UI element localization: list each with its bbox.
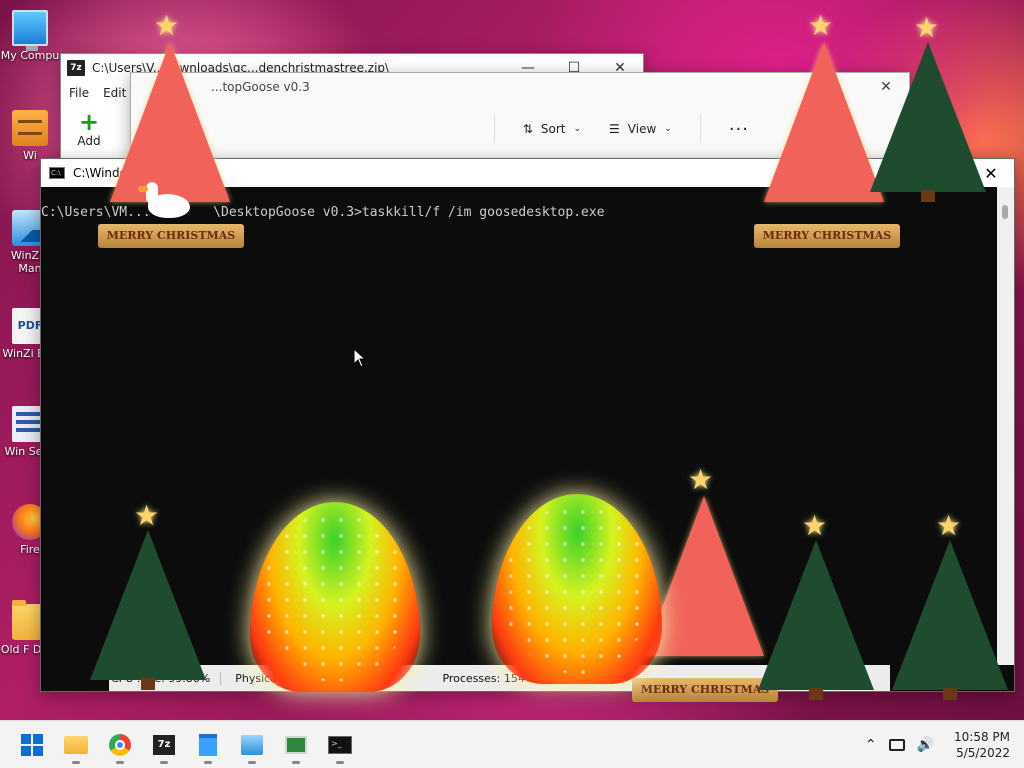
menu-edit[interactable]: Edit bbox=[103, 86, 126, 100]
volume-icon[interactable]: 🔊 bbox=[917, 737, 934, 753]
plus-icon: + bbox=[78, 108, 100, 136]
taskbar-file-explorer[interactable] bbox=[56, 725, 96, 765]
cmd-console[interactable]: C:\Users\VM... \DesktopGoose v0.3>taskki… bbox=[41, 187, 997, 665]
explorer-close-button[interactable]: ✕ bbox=[863, 79, 909, 95]
command-prompt-window[interactable]: C:\ C:\Windo...e ✕ C:\Users\VM... \Deskt… bbox=[40, 158, 1015, 692]
winzip-icon bbox=[12, 110, 48, 146]
taskbar-chrome[interactable] bbox=[100, 725, 140, 765]
taskbar-7zip[interactable]: 7z bbox=[144, 725, 184, 765]
folder-icon bbox=[64, 735, 88, 754]
taskbar-notepad[interactable] bbox=[188, 725, 228, 765]
cmd-scrollbar[interactable] bbox=[997, 187, 1014, 665]
desktop-icon-winzip[interactable]: Wi bbox=[0, 110, 60, 162]
cmd-close-button[interactable]: ✕ bbox=[968, 164, 1014, 183]
explorer-command-bar: ⇅ Sort ⌄ ☰ View ⌄ ··· bbox=[131, 101, 909, 143]
clock-time: 10:58 PM bbox=[954, 729, 1010, 744]
cmd-title-bar[interactable]: C:\ C:\Windo...e ✕ bbox=[41, 159, 1014, 187]
chevron-down-icon: ⌄ bbox=[573, 124, 582, 134]
task-manager-status-bar: CPU ...ge: 99.86% Physica... Processes: … bbox=[109, 665, 890, 691]
sort-label: Sort bbox=[540, 122, 566, 136]
show-hidden-icons-button[interactable]: ⌃ bbox=[865, 737, 877, 753]
process-count: Processes: 154 bbox=[442, 671, 525, 685]
windows-start-icon bbox=[21, 733, 43, 756]
taskbar-monitor[interactable] bbox=[276, 725, 316, 765]
taskbar-cmd[interactable]: >_ bbox=[320, 725, 360, 765]
start-button[interactable] bbox=[12, 725, 52, 765]
system-tray: ⌃ 🔊 10:58 PM 5/5/2022 bbox=[865, 729, 1024, 761]
view-label: View bbox=[627, 122, 657, 136]
taskbar-apps: 7z >_ bbox=[0, 725, 360, 765]
computer-icon bbox=[12, 10, 48, 51]
star-icon: ★ bbox=[154, 9, 180, 42]
cpu-usage: CPU ...ge: 99.86% bbox=[111, 671, 222, 685]
explorer-window[interactable]: ...topGoose v0.3 ✕ ⇅ Sort ⌄ ☰ View ⌄ ··· bbox=[130, 72, 910, 172]
clock-date: 5/5/2022 bbox=[956, 745, 1010, 760]
star-icon: ★ bbox=[914, 11, 940, 44]
physical-memory: Physica... bbox=[235, 671, 299, 685]
scrollbar-thumb[interactable] bbox=[1002, 205, 1008, 219]
7zip-icon: 7z bbox=[153, 734, 175, 755]
divider bbox=[699, 115, 701, 143]
add-button[interactable]: + Add bbox=[69, 110, 109, 148]
monitor-icon bbox=[285, 735, 307, 754]
clock[interactable]: 10:58 PM 5/5/2022 bbox=[954, 729, 1010, 761]
explorer-title: ...topGoose v0.3 bbox=[211, 80, 310, 94]
explorer-title-bar[interactable]: ...topGoose v0.3 ✕ bbox=[131, 73, 909, 101]
more-options-button[interactable]: ··· bbox=[729, 119, 749, 140]
photos-icon bbox=[241, 734, 263, 755]
network-icon[interactable] bbox=[888, 738, 905, 751]
notepad-icon bbox=[199, 733, 217, 756]
add-button-label: Add bbox=[77, 134, 101, 148]
7zip-icon: 7z bbox=[67, 60, 85, 76]
chrome-icon bbox=[109, 733, 131, 756]
cmd-line: C:\Users\VM... \DesktopGoose v0.3>taskki… bbox=[41, 205, 605, 220]
sort-button[interactable]: ⇅ Sort ⌄ bbox=[523, 122, 581, 136]
view-icon: ☰ bbox=[609, 122, 620, 136]
chevron-down-icon: ⌄ bbox=[664, 124, 672, 134]
star-icon: ★ bbox=[808, 9, 834, 42]
menu-file[interactable]: File bbox=[69, 86, 89, 100]
taskbar-photos[interactable] bbox=[232, 725, 272, 765]
terminal-icon: C:\ bbox=[49, 167, 65, 179]
sort-icon: ⇅ bbox=[522, 122, 533, 136]
desktop-icon-my-computer[interactable]: My Compu bbox=[0, 10, 60, 62]
view-button[interactable]: ☰ View ⌄ bbox=[609, 122, 672, 136]
cmd-title: C:\Windo...e bbox=[73, 166, 146, 180]
terminal-icon: >_ bbox=[328, 735, 352, 754]
divider bbox=[493, 115, 495, 143]
taskbar: 7z >_ ⌃ 🔊 10:58 PM 5/5/2022 bbox=[0, 720, 1024, 768]
